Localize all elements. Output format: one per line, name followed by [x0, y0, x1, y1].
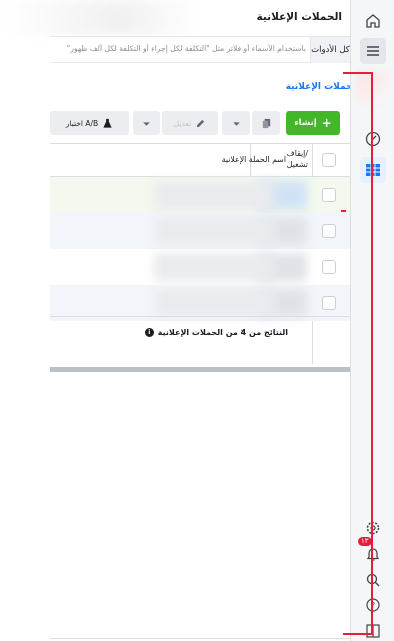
table-row[interactable]	[50, 213, 350, 249]
duplicate-icon	[262, 118, 270, 128]
search-bar[interactable]: كل الأدوات باستخدام الأسماء أو فلاتر مثل…	[50, 36, 350, 63]
horizontal-scrollbar[interactable]	[50, 367, 350, 372]
table-row[interactable]	[50, 249, 350, 285]
divider	[50, 638, 350, 639]
home-icon	[366, 14, 380, 28]
row-checkbox[interactable]	[322, 260, 336, 274]
flask-icon	[103, 118, 112, 128]
column-header-name[interactable]: اسم الحملة الإعلانية	[222, 155, 286, 164]
campaign-name[interactable]	[154, 253, 274, 281]
campaign-name[interactable]	[154, 181, 274, 209]
more-dropdown-button[interactable]	[222, 111, 250, 135]
edit-button[interactable]: تعديل	[162, 111, 218, 135]
pencil-icon	[197, 119, 205, 127]
select-all-checkbox[interactable]	[322, 153, 336, 167]
results-summary: النتائج من 4 من الحملات الإعلانية i	[144, 328, 288, 337]
chevron-down-icon	[232, 121, 240, 126]
ab-test-label: اختبار A/B	[65, 118, 99, 128]
campaigns-table: إيقاف/ تشغيل اسم الحملة الإعلانية › النت…	[50, 143, 350, 369]
toggle-header-line2: تشغيل	[286, 160, 308, 169]
edit-dropdown-button[interactable]	[133, 111, 160, 135]
column-header-toggle[interactable]: إيقاف/ تشغيل	[287, 148, 308, 170]
edit-label: تعديل	[173, 118, 192, 128]
table-row[interactable]	[50, 177, 350, 213]
menu-button[interactable]	[360, 38, 386, 64]
header-blur	[0, 0, 200, 36]
top-bar: الحملات الإعلانية	[0, 0, 350, 36]
all-tools-button[interactable]: كل الأدوات	[310, 37, 350, 63]
results-summary-row: › النتائج من 4 من الحملات الإعلانية i	[50, 316, 350, 366]
toggle-header-line1: إيقاف/	[286, 149, 308, 158]
table-header: إيقاف/ تشغيل اسم الحملة الإعلانية	[50, 144, 350, 177]
row-checkbox[interactable]	[322, 188, 336, 202]
search-input[interactable]: باستخدام الأسماء أو فلاتر مثل "التكلفة ل…	[50, 44, 306, 53]
info-icon[interactable]: i	[144, 328, 154, 337]
create-button[interactable]: إنشاء +	[286, 111, 340, 135]
duplicate-button[interactable]	[252, 111, 280, 135]
highlight-bracket	[343, 72, 373, 635]
row-checkbox[interactable]	[322, 296, 336, 310]
search-fade	[0, 36, 60, 63]
hamburger-icon	[367, 46, 379, 56]
ab-test-button[interactable]: اختبار A/B	[50, 111, 129, 135]
create-label: إنشاء	[294, 118, 317, 128]
highlight-tick	[341, 210, 346, 212]
campaign-name[interactable]	[154, 217, 274, 245]
home-button[interactable]	[360, 8, 386, 34]
page-title: الحملات الإعلانية	[256, 11, 343, 23]
chevron-down-icon	[143, 121, 150, 126]
row-checkbox[interactable]	[322, 224, 336, 238]
campaign-name[interactable]	[154, 289, 274, 317]
results-summary-text: النتائج من 4 من الحملات الإعلانية	[157, 328, 288, 337]
plus-icon: +	[321, 116, 332, 130]
